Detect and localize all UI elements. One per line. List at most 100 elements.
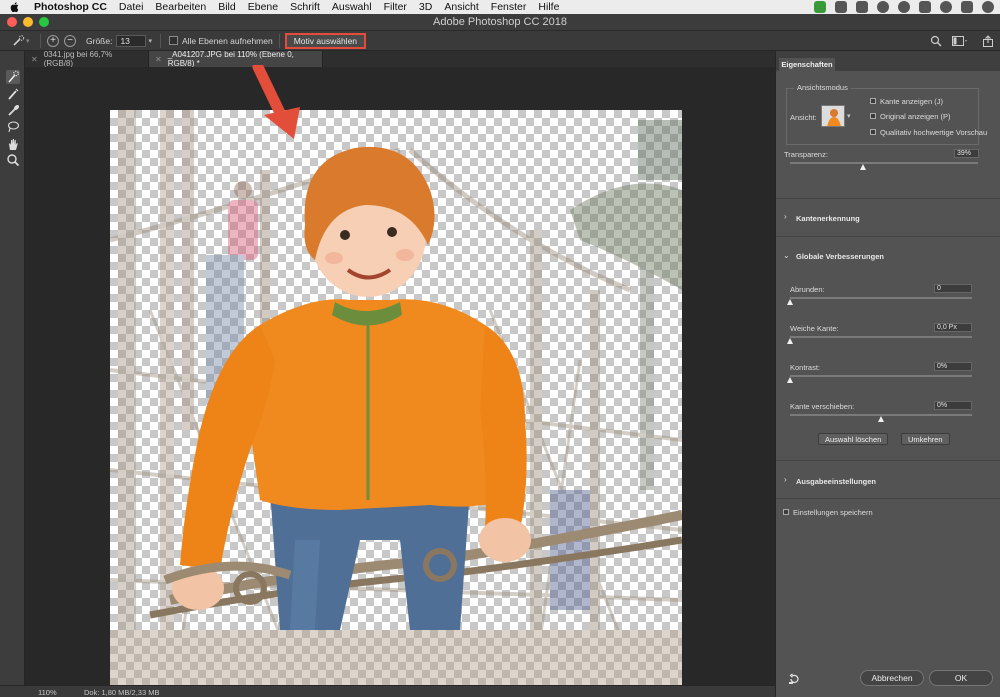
menu-bild[interactable]: Bild	[218, 1, 236, 13]
share-icon[interactable]	[982, 34, 994, 47]
show-edge-checkbox[interactable]	[870, 98, 876, 104]
view-mode-chevron-icon[interactable]: ▾	[847, 112, 851, 120]
transparency-slider[interactable]	[790, 162, 978, 164]
smooth-label: Abrunden:	[790, 285, 825, 294]
tab-properties[interactable]: Eigenschaften	[779, 58, 835, 71]
menu-bearbeiten[interactable]: Bearbeiten	[155, 1, 206, 13]
document-size[interactable]: Dok: 1,80 MB/2,33 MB	[84, 688, 159, 697]
menu-hilfe[interactable]: Hilfe	[538, 1, 559, 13]
workspace-icon[interactable]	[952, 35, 968, 47]
contrast-label: Kontrast:	[790, 363, 821, 372]
menu-ansicht[interactable]: Ansicht	[444, 1, 478, 13]
upload-icon[interactable]	[814, 1, 826, 13]
hand-tool-icon[interactable]	[6, 137, 20, 151]
lasso-tool-icon[interactable]	[6, 120, 20, 134]
contrast-slider[interactable]	[790, 375, 972, 377]
shift-edge-field[interactable]: 0%	[934, 401, 972, 410]
brush-tool-icon[interactable]	[6, 103, 20, 117]
contrast-field[interactable]: 0%	[934, 362, 972, 371]
grid-icon[interactable]	[919, 1, 931, 13]
menu-datei[interactable]: Datei	[119, 1, 144, 13]
show-original-checkbox[interactable]	[870, 113, 876, 119]
app-menu[interactable]: Photoshop CC	[34, 1, 107, 13]
tool-preset-picker[interactable]: ▾	[12, 34, 34, 47]
tab-label: 0341.jpg bei 66,7% (RGB/8)	[43, 50, 113, 68]
smooth-slider[interactable]	[790, 297, 972, 299]
annotation-arrow-icon	[252, 65, 300, 139]
hq-preview-checkbox[interactable]	[870, 129, 876, 135]
shift-edge-slider-thumb[interactable]	[877, 416, 884, 422]
hq-preview-label: Qualitativ hochwertige Vorschau	[880, 128, 988, 137]
feather-field[interactable]: 0,0 Px	[934, 323, 972, 332]
transparency-slider-thumb[interactable]	[859, 164, 866, 170]
clear-selection-button[interactable]: Auswahl löschen	[818, 433, 889, 445]
canvas-area[interactable]	[25, 65, 775, 697]
section-global-refinements[interactable]: Globale Verbesserungen	[796, 252, 884, 261]
select-subject-button[interactable]: Motiv auswählen	[284, 32, 367, 49]
quick-selection-tool-icon[interactable]	[6, 70, 20, 84]
smooth-slider-thumb[interactable]	[786, 299, 793, 305]
transparency-field[interactable]: 39%	[954, 149, 979, 158]
show-edge-label: Kante anzeigen (J)	[880, 97, 943, 106]
menu-3d[interactable]: 3D	[419, 1, 432, 13]
clock-icon[interactable]	[898, 1, 910, 13]
chevron-right-icon[interactable]: ›	[784, 212, 787, 221]
skype-icon[interactable]	[877, 1, 889, 13]
all-layers-checkbox[interactable]	[168, 36, 178, 45]
size-label: Größe:	[86, 35, 113, 46]
subtract-from-selection-icon[interactable]: −	[64, 34, 76, 47]
shift-edge-label: Kante verschieben:	[790, 402, 855, 411]
refine-brush-tool-icon[interactable]	[6, 87, 20, 101]
ok-button[interactable]: OK	[929, 670, 993, 686]
evernote-icon[interactable]	[835, 1, 847, 13]
menu-bar: Photoshop CC Datei Bearbeiten Bild Ebene…	[0, 0, 1000, 14]
document-image[interactable]	[110, 110, 682, 697]
zoom-tool-icon[interactable]	[6, 153, 20, 167]
hat-icon[interactable]	[982, 1, 994, 13]
cancel-button[interactable]: Abbrechen	[860, 670, 924, 686]
search-icon[interactable]	[930, 35, 942, 47]
smooth-field[interactable]: 0	[934, 284, 972, 293]
window-title: Adobe Photoshop CC 2018	[433, 16, 567, 28]
remember-settings-label: Einstellungen speichern	[793, 508, 873, 517]
close-tab-icon[interactable]: ✕	[31, 55, 38, 64]
panel-tab-strip: Eigenschaften	[776, 51, 1000, 71]
options-bar: ▾ + − Größe: 13 ▾ Alle Ebenen aufnehmen …	[0, 31, 1000, 51]
menu-schrift[interactable]: Schrift	[290, 1, 320, 13]
section-edge-detection[interactable]: Kantenerkennung	[796, 214, 860, 223]
transparency-label: Transparenz:	[784, 150, 828, 159]
view-label: Ansicht:	[790, 113, 817, 122]
status-bar: 110% Dok: 1,80 MB/2,33 MB	[0, 685, 775, 697]
chevron-right-icon[interactable]: ›	[784, 475, 787, 484]
properties-panel: Eigenschaften Ansichtsmodus Ansicht: ▾ K…	[775, 51, 1000, 697]
cc-icon[interactable]	[961, 1, 973, 13]
camera-icon[interactable]	[856, 1, 868, 13]
chevron-down-icon[interactable]: ⌄	[783, 251, 790, 260]
menu-auswahl[interactable]: Auswahl	[332, 1, 372, 13]
add-to-selection-icon[interactable]: +	[47, 34, 59, 47]
tools-panel	[0, 51, 25, 685]
feather-slider[interactable]	[790, 336, 972, 338]
zoom-level[interactable]: 110%	[38, 688, 57, 697]
creative-cloud-icon[interactable]	[940, 1, 952, 13]
view-mode-thumbnail[interactable]	[821, 105, 845, 127]
apple-icon[interactable]	[8, 1, 22, 13]
remember-settings-checkbox[interactable]	[783, 509, 789, 515]
chevron-down-icon[interactable]: ▾	[148, 37, 152, 45]
menu-filter[interactable]: Filter	[384, 1, 407, 13]
invert-button[interactable]: Umkehren	[901, 433, 950, 445]
section-output-settings[interactable]: Ausgabeeinstellungen	[796, 477, 876, 486]
all-layers-label: Alle Ebenen aufnehmen	[181, 35, 273, 46]
size-field[interactable]: 13	[116, 34, 147, 47]
menu-ebene[interactable]: Ebene	[248, 1, 278, 13]
close-tab-icon[interactable]: ✕	[155, 55, 162, 64]
menu-fenster[interactable]: Fenster	[491, 1, 527, 13]
view-thumbnail-image	[822, 106, 844, 126]
window-title-bar: Adobe Photoshop CC 2018	[0, 14, 1000, 31]
reset-icon[interactable]	[788, 673, 800, 685]
feather-label: Weiche Kante:	[790, 324, 839, 333]
tab-document-0341[interactable]: ✕ 0341.jpg bei 66,7% (RGB/8)	[25, 50, 149, 68]
feather-slider-thumb[interactable]	[786, 338, 793, 344]
size-picker[interactable]: 13 ▾	[116, 34, 152, 47]
contrast-slider-thumb[interactable]	[786, 377, 793, 383]
